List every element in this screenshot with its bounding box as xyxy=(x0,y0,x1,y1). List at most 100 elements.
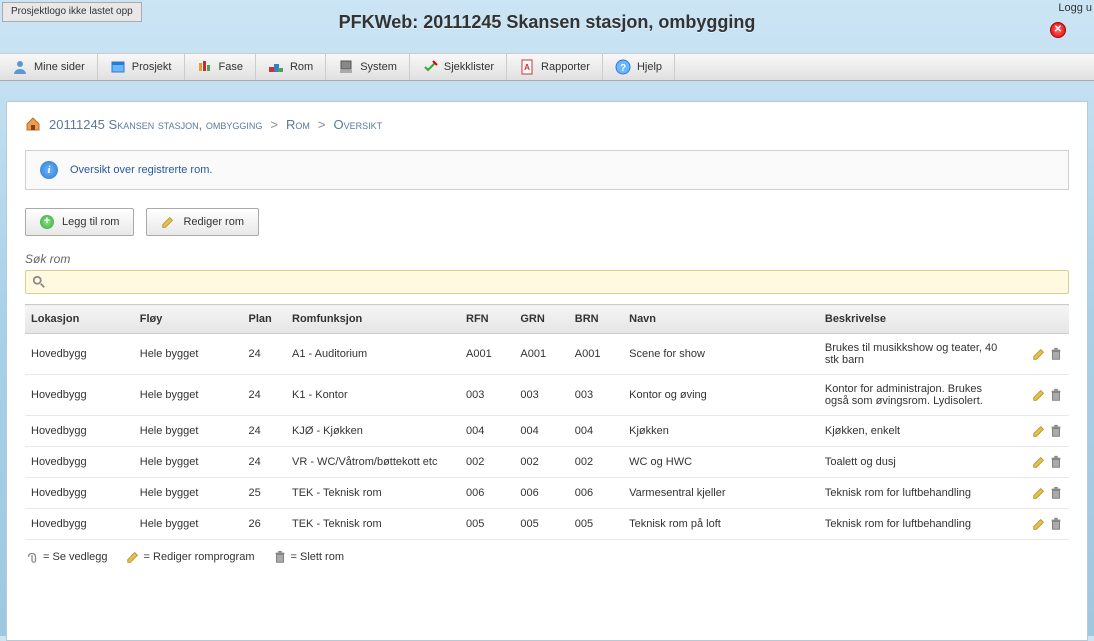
user-icon xyxy=(12,59,28,75)
plus-icon: + xyxy=(40,215,54,229)
cell-beskrivelse: Kontor for administrajon. Brukes også so… xyxy=(819,375,1015,416)
cell-actions xyxy=(1015,447,1069,478)
help-icon: ? xyxy=(615,59,631,75)
cell-navn: Kjøkken xyxy=(623,416,819,447)
col-navn[interactable]: Navn xyxy=(623,305,819,334)
cell-beskrivelse: Kjøkken, enkelt xyxy=(819,416,1015,447)
cell-floy: Hele bygget xyxy=(134,509,243,540)
col-beskrivelse[interactable]: Beskrivelse xyxy=(819,305,1015,334)
cell-plan: 26 xyxy=(243,509,287,540)
delete-row-icon[interactable] xyxy=(1049,456,1063,468)
cell-floy: Hele bygget xyxy=(134,334,243,375)
edit-row-icon[interactable] xyxy=(1032,518,1046,530)
col-brn[interactable]: BRN xyxy=(569,305,623,334)
breadcrumb-root[interactable]: 20111245 Skansen stasjon, ombygging xyxy=(49,117,262,132)
info-bar: i Oversikt over registrerte rom. xyxy=(25,150,1069,190)
cell-rfn: 004 xyxy=(460,416,514,447)
cell-rfn: 005 xyxy=(460,509,514,540)
legend-attachment: = Se vedlegg xyxy=(25,550,108,564)
info-text: Oversikt over registrerte rom. xyxy=(70,164,212,176)
project-logo-placeholder: Prosjektlogo ikke lastet opp xyxy=(2,2,142,22)
edit-row-icon[interactable] xyxy=(1032,389,1046,401)
cell-beskrivelse: Teknisk rom for luftbehandling xyxy=(819,478,1015,509)
legend-text: = Slett rom xyxy=(291,551,345,563)
cell-romfunksjon: A1 - Auditorium xyxy=(286,334,460,375)
cell-floy: Hele bygget xyxy=(134,416,243,447)
cell-floy: Hele bygget xyxy=(134,478,243,509)
table-row[interactable]: HovedbyggHele bygget24K1 - Kontor0030030… xyxy=(25,375,1069,416)
home-icon[interactable] xyxy=(25,116,41,132)
cell-lokasjon: Hovedbygg xyxy=(25,375,134,416)
col-grn[interactable]: GRN xyxy=(514,305,568,334)
menu-rapporter[interactable]: A Rapporter xyxy=(507,54,603,80)
cell-actions xyxy=(1015,478,1069,509)
legend-text: = Rediger romprogram xyxy=(144,551,255,563)
legend-text: = Se vedlegg xyxy=(43,551,108,563)
breadcrumb: 20111245 Skansen stasjon, ombygging > Ro… xyxy=(7,102,1087,142)
cell-rfn: 002 xyxy=(460,447,514,478)
edit-row-icon[interactable] xyxy=(1032,425,1046,437)
close-icon[interactable]: ✕ xyxy=(1050,22,1066,38)
cell-floy: Hele bygget xyxy=(134,447,243,478)
menu-sjekklister[interactable]: Sjekklister xyxy=(410,54,507,80)
menu-fase[interactable]: Fase xyxy=(185,54,256,80)
breadcrumb-leaf: Oversikt xyxy=(333,117,382,132)
breadcrumb-mid[interactable]: Rom xyxy=(286,117,310,132)
edit-row-icon[interactable] xyxy=(1032,487,1046,499)
cell-actions xyxy=(1015,375,1069,416)
menu-mine-sider[interactable]: Mine sider xyxy=(0,54,98,80)
table-row[interactable]: HovedbyggHele bygget24KJØ - Kjøkken00400… xyxy=(25,416,1069,447)
delete-row-icon[interactable] xyxy=(1049,518,1063,530)
table-row[interactable]: HovedbyggHele bygget24VR - WC/Våtrom/bøt… xyxy=(25,447,1069,478)
delete-row-icon[interactable] xyxy=(1049,389,1063,401)
col-plan[interactable]: Plan xyxy=(243,305,287,334)
menu-label: Rom xyxy=(290,61,313,73)
cell-plan: 25 xyxy=(243,478,287,509)
menu-label: System xyxy=(360,61,397,73)
col-actions xyxy=(1015,305,1069,334)
main-menu: Mine sider Prosjekt Fase Rom System Sjek… xyxy=(0,53,1094,81)
edit-row-icon[interactable] xyxy=(1032,348,1046,360)
delete-row-icon[interactable] xyxy=(1049,425,1063,437)
cell-romfunksjon: K1 - Kontor xyxy=(286,375,460,416)
col-floy[interactable]: Fløy xyxy=(134,305,243,334)
menu-hjelp[interactable]: ? Hjelp xyxy=(603,54,675,80)
cell-grn: 004 xyxy=(514,416,568,447)
table-row[interactable]: HovedbyggHele bygget25TEK - Teknisk rom0… xyxy=(25,478,1069,509)
table-row[interactable]: HovedbyggHele bygget26TEK - Teknisk rom0… xyxy=(25,509,1069,540)
cell-navn: Scene for show xyxy=(623,334,819,375)
delete-row-icon[interactable] xyxy=(1049,348,1063,360)
legend: = Se vedlegg = Rediger romprogram = Slet… xyxy=(7,540,1087,574)
cell-romfunksjon: VR - WC/Våtrom/bøttekott etc xyxy=(286,447,460,478)
cell-brn: 002 xyxy=(569,447,623,478)
cell-romfunksjon: TEK - Teknisk rom xyxy=(286,478,460,509)
menu-prosjekt[interactable]: Prosjekt xyxy=(98,54,185,80)
delete-row-icon[interactable] xyxy=(1049,487,1063,499)
pencil-icon xyxy=(161,215,175,229)
cell-floy: Hele bygget xyxy=(134,375,243,416)
col-lokasjon[interactable]: Lokasjon xyxy=(25,305,134,334)
cell-actions xyxy=(1015,509,1069,540)
search-input[interactable] xyxy=(46,276,1062,288)
system-icon xyxy=(338,59,354,75)
breadcrumb-separator: > xyxy=(270,117,278,132)
search-bar[interactable] xyxy=(25,270,1069,294)
table-row[interactable]: HovedbyggHele bygget24A1 - AuditoriumA00… xyxy=(25,334,1069,375)
cell-brn: 006 xyxy=(569,478,623,509)
menu-rom[interactable]: Rom xyxy=(256,54,326,80)
menu-label: Sjekklister xyxy=(444,61,494,73)
edit-row-icon[interactable] xyxy=(1032,456,1046,468)
add-room-button[interactable]: + Legg til rom xyxy=(25,208,134,236)
col-rfn[interactable]: RFN xyxy=(460,305,514,334)
menu-system[interactable]: System xyxy=(326,54,410,80)
edit-room-button[interactable]: Rediger rom xyxy=(146,208,259,236)
cell-romfunksjon: TEK - Teknisk rom xyxy=(286,509,460,540)
cell-actions xyxy=(1015,416,1069,447)
content-area: 20111245 Skansen stasjon, ombygging > Ro… xyxy=(6,101,1088,641)
logout-link[interactable]: Logg u xyxy=(1058,2,1092,14)
cell-beskrivelse: Brukes til musikkshow og teater, 40 stk … xyxy=(819,334,1015,375)
cell-lokasjon: Hovedbygg xyxy=(25,416,134,447)
cell-plan: 24 xyxy=(243,416,287,447)
col-romfunksjon[interactable]: Romfunksjon xyxy=(286,305,460,334)
menu-label: Mine sider xyxy=(34,61,85,73)
